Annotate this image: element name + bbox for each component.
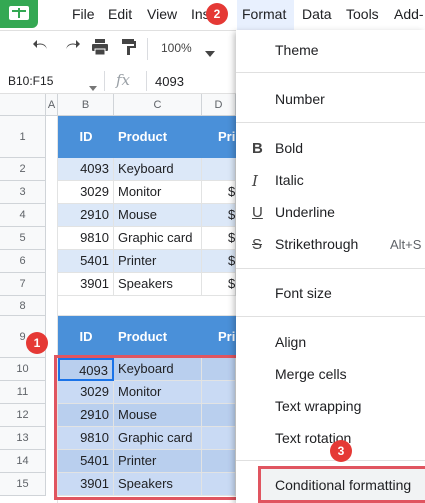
column-header-a[interactable]: A <box>46 94 58 116</box>
table2-header-product[interactable]: Product <box>114 316 202 358</box>
formula-divider-2 <box>146 71 147 91</box>
menu-separator <box>236 460 425 461</box>
table1-cell-price[interactable]: $ <box>202 204 236 227</box>
toolbar-divider <box>147 38 148 60</box>
format-dropdown-menu: Theme Number B Bold I Italic U Underline… <box>236 30 425 503</box>
table1-cell-id[interactable]: 4093 <box>58 158 114 181</box>
table1-header-product[interactable]: Product <box>114 116 202 158</box>
row-header-8[interactable]: 8 <box>0 296 46 316</box>
menu-data[interactable]: Data <box>302 6 332 22</box>
row-header-1[interactable]: 1 <box>0 116 46 158</box>
strikethrough-shortcut: Alt+S <box>390 237 422 252</box>
column-header-b[interactable]: B <box>58 94 114 116</box>
selection-highlight-box <box>54 355 240 500</box>
row-header-12[interactable]: 12 <box>0 404 46 427</box>
table1-cell-product[interactable]: Monitor <box>114 181 202 204</box>
step-badge-1: 1 <box>26 332 48 354</box>
underline-icon: U <box>252 204 263 221</box>
menu-view[interactable]: View <box>147 6 177 22</box>
sheets-logo-icon[interactable] <box>0 0 38 28</box>
table1-cell-product[interactable]: Speakers <box>114 273 202 296</box>
menu-item-font-size[interactable]: Font size <box>275 285 332 301</box>
formula-input[interactable]: 4093 <box>155 74 184 89</box>
menu-item-italic[interactable]: Italic <box>275 172 304 188</box>
table1-cell-product[interactable]: Printer <box>114 250 202 273</box>
row-header-14[interactable]: 14 <box>0 450 46 473</box>
dropdown-arrow-icon[interactable] <box>205 44 215 62</box>
row-header-5[interactable]: 5 <box>0 227 46 250</box>
menu-separator <box>236 316 425 317</box>
table1-cell-price[interactable]: $ <box>202 273 236 296</box>
table1-cell-price[interactable]: $ <box>202 250 236 273</box>
table1-header-price[interactable]: Pri <box>202 116 236 158</box>
menu-separator <box>236 268 425 269</box>
redo-icon[interactable] <box>62 38 80 61</box>
menu-item-bold[interactable]: Bold <box>275 140 303 156</box>
menu-file[interactable]: File <box>72 6 95 22</box>
menu-item-merge-cells[interactable]: Merge cells <box>275 366 347 382</box>
table1-cell-product[interactable]: Keyboard <box>114 158 202 181</box>
bold-icon: B <box>252 140 263 157</box>
table1-cell-price[interactable]: $ <box>202 227 236 250</box>
menu-edit[interactable]: Edit <box>108 6 132 22</box>
menu-separator <box>236 122 425 123</box>
menu-item-theme[interactable]: Theme <box>275 42 319 58</box>
step-badge-3: 3 <box>330 440 352 462</box>
row-header-7[interactable]: 7 <box>0 273 46 296</box>
menu-item-text-wrapping[interactable]: Text wrapping <box>275 398 361 414</box>
print-icon[interactable] <box>91 38 109 61</box>
row-header-2[interactable]: 2 <box>0 158 46 181</box>
table2-header-id[interactable]: ID <box>58 316 114 358</box>
table2-header-price[interactable]: Pri <box>202 316 236 358</box>
menu-item-underline[interactable]: Underline <box>275 204 335 220</box>
table1-cell-id[interactable]: 5401 <box>58 250 114 273</box>
table1-cell-price[interactable] <box>202 158 236 181</box>
row-header-13[interactable]: 13 <box>0 427 46 450</box>
formula-divider <box>104 71 105 91</box>
empty-row[interactable] <box>58 296 236 316</box>
fx-icon: fx <box>116 71 131 89</box>
table1-cell-product[interactable]: Graphic card <box>114 227 202 250</box>
menu-item-conditional-formatting[interactable]: Conditional formatting <box>275 477 411 493</box>
row-header-10[interactable]: 10 <box>0 358 46 381</box>
step-badge-2: 2 <box>206 3 228 25</box>
menu-separator <box>236 72 425 73</box>
table1-cell-id[interactable]: 3029 <box>58 181 114 204</box>
row-header-3[interactable]: 3 <box>0 181 46 204</box>
row-header-6[interactable]: 6 <box>0 250 46 273</box>
zoom-select[interactable]: 100% <box>161 41 192 55</box>
table1-cell-id[interactable]: 2910 <box>58 204 114 227</box>
table1-cell-id[interactable]: 3901 <box>58 273 114 296</box>
italic-icon: I <box>252 172 258 190</box>
table1-header-id[interactable]: ID <box>58 116 114 158</box>
name-box[interactable]: B10:F15 <box>8 74 53 88</box>
paint-format-icon[interactable] <box>120 38 138 61</box>
table1-cell-product[interactable]: Mouse <box>114 204 202 227</box>
row-header-11[interactable]: 11 <box>0 381 46 404</box>
menu-item-strikethrough[interactable]: Strikethrough <box>275 236 358 252</box>
menu-tools[interactable]: Tools <box>346 6 379 22</box>
row-header-4[interactable]: 4 <box>0 204 46 227</box>
table1-cell-price[interactable]: $ <box>202 181 236 204</box>
menu-addons[interactable]: Add- <box>394 6 424 22</box>
select-all-corner[interactable] <box>0 94 46 116</box>
row-header-15[interactable]: 15 <box>0 473 46 496</box>
column-header-c[interactable]: C <box>114 94 202 116</box>
undo-icon[interactable] <box>33 38 51 61</box>
menu-item-align[interactable]: Align <box>275 334 306 350</box>
table1-cell-id[interactable]: 9810 <box>58 227 114 250</box>
strikethrough-icon: S <box>252 236 263 253</box>
menu-format[interactable]: Format <box>242 6 286 22</box>
menu-item-number[interactable]: Number <box>275 91 325 107</box>
column-header-d[interactable]: D <box>202 94 236 116</box>
